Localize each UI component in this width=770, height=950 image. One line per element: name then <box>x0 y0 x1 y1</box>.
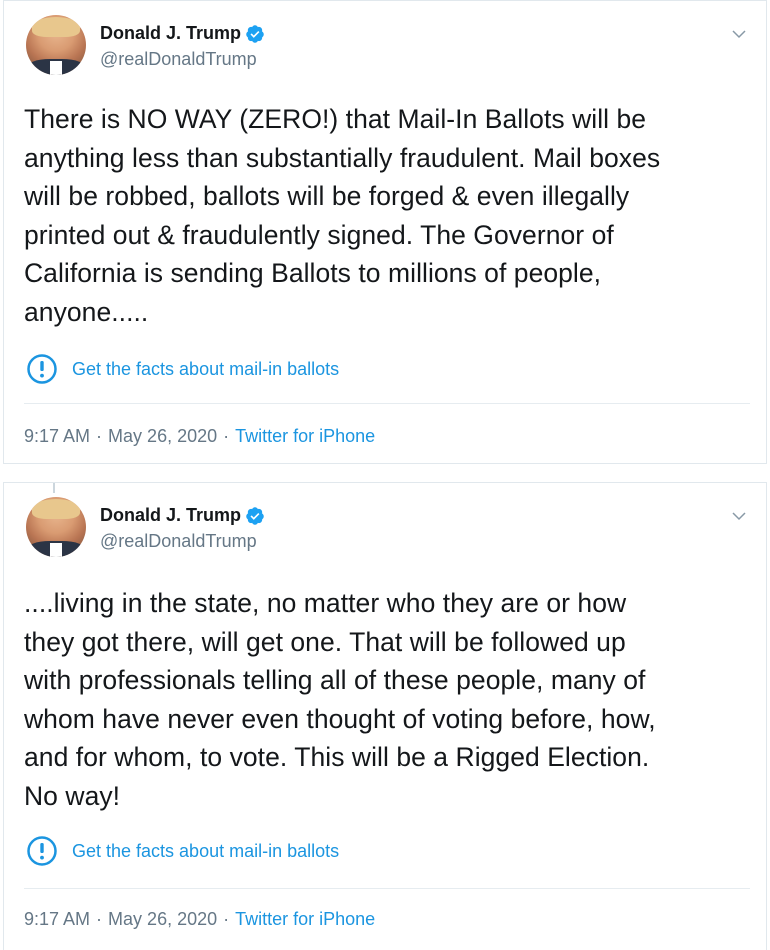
fact-check-link[interactable]: Get the facts about mail-in ballots <box>26 835 339 867</box>
tweet-text: There is NO WAY (ZERO!) that Mail-In Bal… <box>24 104 661 327</box>
chevron-down-icon[interactable] <box>730 25 748 43</box>
meta-separator: · <box>223 909 230 929</box>
tweet-date[interactable]: May 26, 2020 <box>108 426 217 447</box>
fact-check-label[interactable]: Get the facts about mail-in ballots <box>72 841 339 862</box>
chevron-down-icon[interactable] <box>730 507 748 525</box>
meta-separator: · <box>96 426 103 446</box>
avatar[interactable] <box>26 15 86 75</box>
tweet-time[interactable]: 9:17 AM <box>24 909 90 930</box>
verified-badge-icon <box>246 24 264 43</box>
divider <box>24 888 750 889</box>
tweet-source-link[interactable]: Twitter for iPhone <box>235 426 375 447</box>
tweet-text: ....living in the state, no matter who t… <box>24 588 656 811</box>
verified-badge-icon <box>246 506 264 525</box>
avatar-collar <box>50 543 62 557</box>
author-handle[interactable]: @realDonaldTrump <box>100 531 257 552</box>
exclamation-circle-icon <box>27 354 57 384</box>
meta-separator: · <box>223 426 230 446</box>
fact-check-link[interactable]: Get the facts about mail-in ballots <box>26 353 339 385</box>
divider <box>24 403 750 404</box>
avatar-hair <box>32 499 80 519</box>
author-name[interactable]: Donald J. Trump <box>100 505 241 526</box>
exclamation-circle-icon <box>27 836 57 866</box>
avatar-hair <box>32 17 80 37</box>
tweet-source-link[interactable]: Twitter for iPhone <box>235 909 375 930</box>
author-name-row: Donald J. Trump <box>100 23 265 44</box>
author-name-row: Donald J. Trump <box>100 505 265 526</box>
tweet-card[interactable]: Donald J. Trump @realDonaldTrump ....liv… <box>3 482 767 950</box>
thread-connector <box>53 483 55 493</box>
avatar-collar <box>50 61 62 75</box>
tweet-meta: 9:17 AM · May 26, 2020 · Twitter for iPh… <box>24 909 375 930</box>
tweet-date[interactable]: May 26, 2020 <box>108 909 217 930</box>
meta-separator: · <box>96 909 103 929</box>
avatar[interactable] <box>26 497 86 557</box>
tweet-card[interactable]: Donald J. Trump @realDonaldTrump There i… <box>3 0 767 464</box>
tweet-time[interactable]: 9:17 AM <box>24 426 90 447</box>
tweet-meta: 9:17 AM · May 26, 2020 · Twitter for iPh… <box>24 426 375 447</box>
author-handle[interactable]: @realDonaldTrump <box>100 49 257 70</box>
author-name[interactable]: Donald J. Trump <box>100 23 241 44</box>
fact-check-label[interactable]: Get the facts about mail-in ballots <box>72 359 339 380</box>
